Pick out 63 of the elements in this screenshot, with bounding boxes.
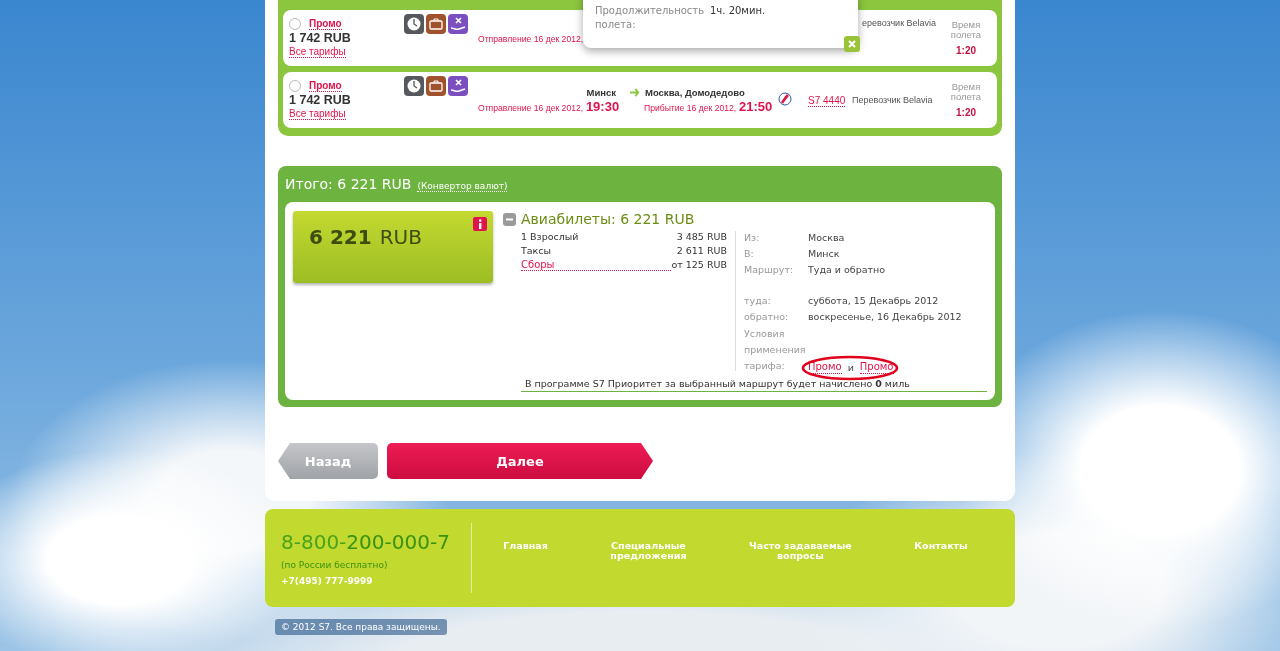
total-title: Итого: 6 221 RUB	[285, 176, 412, 192]
price-line-value: от 125 RUB	[671, 259, 727, 271]
conjunction: и	[847, 360, 854, 374]
info-icon[interactable]	[473, 217, 487, 231]
plane-icon	[630, 87, 639, 97]
flight-number-link[interactable]: S7 4440	[808, 94, 846, 107]
fare-link[interactable]: Промо	[309, 80, 342, 92]
carrier: Перевозчик Belavia	[852, 95, 934, 105]
phone-note: (по России бесплатно)	[281, 560, 389, 570]
all-fares-link[interactable]: Все тарифы	[289, 46, 346, 58]
close-icon	[848, 40, 856, 48]
duration-label: Время полета	[949, 82, 983, 102]
detail-value: Москва	[808, 231, 846, 244]
price: 1 742 RUB	[289, 93, 352, 107]
copyright: © 2012 S7. Все права защищены.	[275, 619, 447, 635]
arrival-city: Москва, Домодедово	[645, 86, 745, 98]
collapse-icon[interactable]	[503, 212, 516, 226]
tickets-title: Авиабилеты: 6 221 RUB	[521, 211, 695, 227]
detail-value: Минск	[808, 247, 841, 260]
fees-link[interactable]: Сборы	[521, 259, 672, 271]
date-value: воскресенье, 16 Декабрь 2012	[808, 310, 962, 323]
arrival-date: Прибытие 16 дек 2012,	[644, 102, 737, 113]
total-currency: RUB	[379, 225, 422, 249]
all-fares-link[interactable]: Все тарифы	[289, 108, 346, 120]
price-line-value: 3 485 RUB	[675, 231, 727, 242]
date-label: туда:	[744, 294, 772, 307]
alt-phone: +7(495) 777-9999	[281, 576, 374, 586]
radio-button[interactable]	[289, 80, 301, 92]
departure-time: 19:30	[585, 98, 620, 114]
price: 1 742 RUB	[289, 31, 352, 45]
hotline-phone: 8-800-200-000-7	[281, 530, 451, 554]
duration: 1:20	[955, 107, 977, 118]
arrival-time: 21:50	[738, 98, 773, 114]
price-line-label: Таксы	[521, 245, 553, 256]
popup-value: 1ч. 20мин.	[710, 4, 767, 18]
departure-city: Минск	[586, 86, 616, 98]
date-label: обратно:	[744, 310, 790, 323]
departure-date: Отправление 16 дек 2012,	[478, 33, 584, 44]
duration-label: Время полета	[949, 20, 983, 40]
detail-value: Туда и обратно	[808, 263, 887, 276]
carrier: еревозчик Belavia	[862, 18, 938, 28]
duration: 1:20	[955, 45, 977, 56]
detail-label: Из:	[744, 231, 761, 244]
fare-link[interactable]: Промо	[309, 18, 342, 30]
departure-date: Отправление 16 дек 2012,	[478, 102, 584, 113]
next-button[interactable]: Далее	[387, 443, 653, 479]
price-line-label: 1 Взрослый	[521, 231, 580, 242]
price-line-value: 2 611 RUB	[675, 245, 727, 256]
luggage-icon	[426, 76, 446, 96]
currency-converter-link[interactable]: (Конвертор валют)	[417, 181, 508, 192]
fare-rules-link[interactable]: Промо	[859, 360, 894, 374]
miles-note: В программе S7 Приоритет за выбранный маршрут будет начислено 0 миль	[521, 376, 987, 392]
discount-clock-icon	[404, 14, 424, 34]
luggage-icon	[426, 14, 446, 34]
detail-label: Маршрут:	[744, 263, 795, 276]
detail-label: В:	[744, 247, 755, 260]
fare-rules-link[interactable]: Промо	[808, 360, 842, 374]
total-amount: 6 221	[309, 225, 372, 249]
date-value: суббота, 15 Декабрь 2012	[808, 294, 940, 307]
radio-button[interactable]	[289, 18, 301, 30]
discount-clock-icon	[404, 76, 424, 96]
close-button[interactable]	[844, 36, 860, 52]
popup-label: Продолжительность полета:	[595, 4, 706, 32]
